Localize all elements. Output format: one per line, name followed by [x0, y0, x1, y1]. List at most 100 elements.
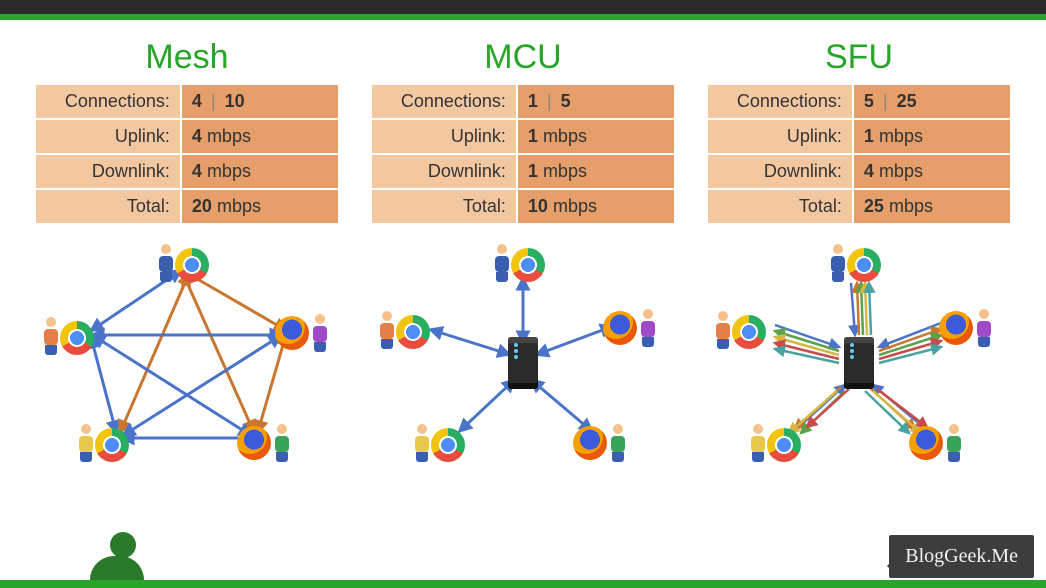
- peer-node: [603, 303, 663, 353]
- diagram-mcu: [373, 233, 673, 473]
- value-number: 4: [192, 161, 202, 181]
- cell-label: Total:: [35, 189, 181, 224]
- user-icon: [975, 309, 993, 347]
- chrome-icon: [431, 428, 465, 462]
- cell-value: 20 mbps: [181, 189, 339, 224]
- table-row: Downlink: 1 mbps: [371, 154, 675, 189]
- stats-table-mcu: Connections: 1 | 5 Uplink: 1 mbps Downli…: [370, 83, 676, 225]
- peer-node: [157, 238, 217, 288]
- chrome-icon: [95, 428, 129, 462]
- cell-value: 4 mbps: [181, 154, 339, 189]
- value-a: 5: [864, 91, 874, 111]
- value-a: 1: [528, 91, 538, 111]
- user-icon: [378, 311, 396, 349]
- cell-label: Connections:: [707, 84, 853, 119]
- value-unit: mbps: [207, 161, 251, 181]
- user-icon: [829, 244, 847, 282]
- table-row: Total: 10 mbps: [371, 189, 675, 224]
- value-b: 25: [897, 91, 917, 111]
- peer-node: [939, 303, 999, 353]
- peer-node: [573, 418, 633, 468]
- firefox-icon: [603, 311, 637, 345]
- chrome-icon: [175, 248, 209, 282]
- cell-label: Downlink:: [371, 154, 517, 189]
- value-unit: mbps: [879, 161, 923, 181]
- user-icon: [714, 311, 732, 349]
- firefox-icon: [909, 426, 943, 460]
- peer-node: [275, 308, 335, 358]
- table-row: Downlink: 4 mbps: [35, 154, 339, 189]
- peer-node: [77, 418, 137, 468]
- peer-node: [749, 418, 809, 468]
- cell-label: Uplink:: [707, 119, 853, 154]
- value-number: 10: [528, 196, 548, 216]
- value-b: 10: [225, 91, 245, 111]
- chrome-icon: [511, 248, 545, 282]
- chrome-icon: [60, 321, 94, 355]
- user-icon: [945, 424, 963, 462]
- table-row: Connections: 1 | 5: [371, 84, 675, 119]
- cell-label: Total:: [707, 189, 853, 224]
- value-number: 4: [864, 161, 874, 181]
- server-icon: [508, 337, 538, 389]
- cell-value: 1 mbps: [853, 119, 1011, 154]
- table-row: Total: 20 mbps: [35, 189, 339, 224]
- chrome-icon: [847, 248, 881, 282]
- value-b: 5: [561, 91, 571, 111]
- cell-label: Downlink:: [707, 154, 853, 189]
- peer-node: [42, 311, 102, 361]
- table-row: Uplink: 4 mbps: [35, 119, 339, 154]
- user-icon: [609, 424, 627, 462]
- user-icon: [413, 424, 431, 462]
- cell-label: Connections:: [371, 84, 517, 119]
- column-mesh: Mesh Connections: 4 | 10 Uplink: 4 mbps …: [34, 38, 340, 473]
- user-icon: [42, 317, 60, 355]
- table-row: Downlink: 4 mbps: [707, 154, 1011, 189]
- accent-bar-bottom: [0, 580, 1046, 588]
- firefox-icon: [573, 426, 607, 460]
- peer-node: [237, 418, 297, 468]
- peer-node: [413, 418, 473, 468]
- diagram-mesh: [37, 233, 337, 473]
- cell-value: 4 | 10: [181, 84, 339, 119]
- chrome-icon: [767, 428, 801, 462]
- table-row: Connections: 5 | 25: [707, 84, 1011, 119]
- cell-value: 1 | 5: [517, 84, 675, 119]
- peer-node: [909, 418, 969, 468]
- pipe-separator: |: [211, 91, 216, 111]
- column-title: Mesh: [145, 38, 228, 77]
- user-icon: [493, 244, 511, 282]
- cell-value: 1 mbps: [517, 119, 675, 154]
- cell-label: Downlink:: [35, 154, 181, 189]
- cell-value: 4 mbps: [181, 119, 339, 154]
- firefox-icon: [939, 311, 973, 345]
- stats-table-sfu: Connections: 5 | 25 Uplink: 1 mbps Downl…: [706, 83, 1012, 225]
- brand-badge: BlogGeek.Me: [889, 535, 1034, 578]
- user-icon: [273, 424, 291, 462]
- server-icon: [844, 337, 874, 389]
- chrome-icon: [396, 315, 430, 349]
- user-icon: [639, 309, 657, 347]
- value-number: 1: [528, 126, 538, 146]
- value-number: 1: [864, 126, 874, 146]
- cell-value: 4 mbps: [853, 154, 1011, 189]
- peer-node: [493, 238, 553, 288]
- value-unit: mbps: [207, 126, 251, 146]
- column-sfu: SFU Connections: 5 | 25 Uplink: 1 mbps D…: [706, 38, 1012, 473]
- column-mcu: MCU Connections: 1 | 5 Uplink: 1 mbps Do…: [370, 38, 676, 473]
- table-row: Total: 25 mbps: [707, 189, 1011, 224]
- peer-node: [714, 305, 774, 355]
- cell-label: Uplink:: [371, 119, 517, 154]
- value-number: 4: [192, 126, 202, 146]
- cell-value: 1 mbps: [517, 154, 675, 189]
- user-icon: [311, 314, 329, 352]
- table-row: Uplink: 1 mbps: [707, 119, 1011, 154]
- user-icon: [77, 424, 95, 462]
- value-unit: mbps: [543, 161, 587, 181]
- column-title: SFU: [825, 38, 893, 77]
- firefox-icon: [275, 316, 309, 350]
- firefox-icon: [237, 426, 271, 460]
- value-unit: mbps: [879, 126, 923, 146]
- diagram-sfu: [709, 233, 1009, 473]
- value-unit: mbps: [217, 196, 261, 216]
